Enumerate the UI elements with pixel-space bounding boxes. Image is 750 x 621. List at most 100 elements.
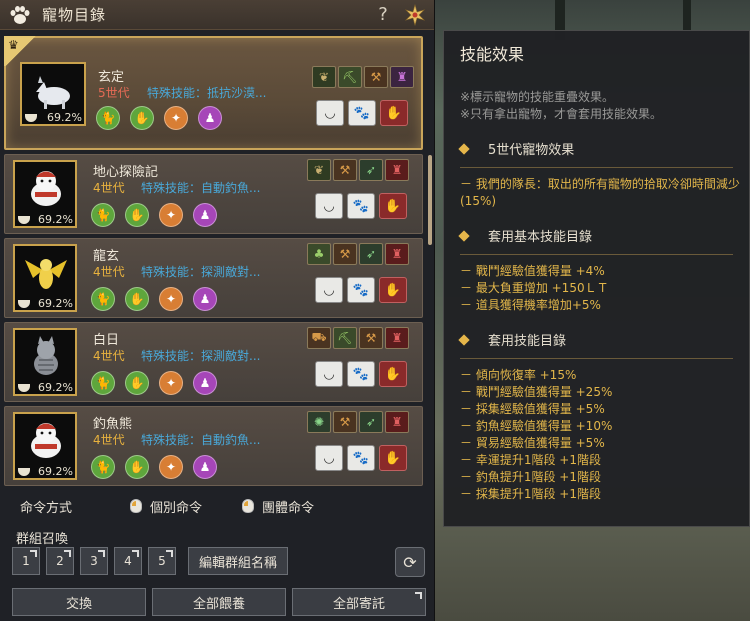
hand-icon[interactable]: ✋ <box>125 455 149 479</box>
entrust-icon[interactable]: ✋ <box>379 445 407 471</box>
group-slot-button[interactable]: 1 <box>12 547 40 575</box>
list-scrollbar[interactable] <box>428 155 432 245</box>
group-slot-button[interactable]: 2 <box>46 547 74 575</box>
effect-line: － 採集經驗值獲得量 +5% <box>460 402 605 416</box>
pet-card[interactable]: 69.2% 龍玄 4世代 特殊技能：探測敵對... 🐈 ✋ ✦ ♟ ♣ ⚒ ➶ … <box>4 238 423 318</box>
compass-icon[interactable]: ✦ <box>159 371 183 395</box>
wolf-icon <box>36 76 70 109</box>
feed-bowl-icon[interactable]: ◡ <box>315 361 343 387</box>
paw-action-icon[interactable]: 🐾 <box>347 277 375 303</box>
pet-generation: 5世代 <box>98 86 130 100</box>
pet-card[interactable]: 69.2% 釣魚熊 4世代 特殊技能：自動釣魚... 🐈 ✋ ✦ ♟ ✺ ⚒ ➶… <box>4 406 423 486</box>
pet-special-skill[interactable]: 特殊技能：抵抗沙漠... <box>147 84 266 101</box>
pet-card[interactable]: 69.2% 地心探險記 4世代 特殊技能：自動釣魚... 🐈 ✋ ✦ ♟ ❦ ⚒… <box>4 154 423 234</box>
pet-card[interactable]: ♛ 69.2% 玄定 5世代 特殊技能：抵抗沙漠... 🐈 ✋ ✦ ♟ ❦ ⛏ … <box>4 36 423 150</box>
help-icon[interactable]: ? <box>372 4 394 26</box>
bag-red-icon[interactable]: ♜ <box>385 159 409 181</box>
group-summon-label: 群組召喚 <box>16 532 69 547</box>
pouch-icon[interactable]: ♟ <box>193 203 217 227</box>
paw-action-icon[interactable]: 🐾 <box>347 361 375 387</box>
pet-special-skill[interactable]: 特殊技能：自動釣魚... <box>141 431 260 448</box>
entrust-icon[interactable]: ✋ <box>379 193 407 219</box>
pet-name: 地心探險記 <box>93 165 159 180</box>
food-bowl-icon <box>18 468 30 476</box>
dig-icon[interactable]: ⚒ <box>364 66 388 88</box>
seed-icon[interactable]: ❦ <box>312 66 336 88</box>
dig-icon[interactable]: ⚒ <box>333 411 357 433</box>
group-slot-button[interactable]: 4 <box>114 547 142 575</box>
dig-icon[interactable]: ⚒ <box>333 243 357 265</box>
bag-red-icon[interactable]: ♜ <box>385 327 409 349</box>
cat-icon[interactable]: 🐈 <box>91 203 115 227</box>
pair-red-icon[interactable]: ♜ <box>385 243 409 265</box>
pet-special-skill[interactable]: 特殊技能：探測敵對... <box>141 347 260 364</box>
dig-icon[interactable]: ⚒ <box>359 327 383 349</box>
entrust-icon[interactable]: ✋ <box>379 277 407 303</box>
hand-icon[interactable]: ✋ <box>125 287 149 311</box>
pouch-icon[interactable]: ♟ <box>193 287 217 311</box>
fish-icon[interactable]: ✺ <box>307 411 331 433</box>
compass-icon[interactable]: ✦ <box>159 203 183 227</box>
edit-group-name-button[interactable]: 編輯群組名稱 <box>188 547 289 575</box>
group-slot-button[interactable]: 5 <box>148 547 176 575</box>
cat-icon[interactable]: 🐈 <box>91 371 115 395</box>
paw-action-icon[interactable]: 🐾 <box>348 100 376 126</box>
divider <box>460 167 733 168</box>
group-command-label: 團體命令 <box>262 500 315 516</box>
pouch-icon[interactable]: ♟ <box>198 106 222 130</box>
wing-icon[interactable]: ➶ <box>359 411 383 433</box>
pouch-icon[interactable]: ♟ <box>193 371 217 395</box>
divider <box>460 358 733 359</box>
individual-command-option[interactable]: 個別命令 <box>130 497 202 516</box>
group-slot-button[interactable]: 3 <box>80 547 108 575</box>
bag-red-icon[interactable]: ♜ <box>385 411 409 433</box>
feed-bowl-icon[interactable]: ◡ <box>315 277 343 303</box>
window-titlebar[interactable]: 寵物目錄 ? <box>0 0 434 30</box>
individual-command-label: 個別命令 <box>150 500 203 516</box>
effect-flower-icon[interactable] <box>404 3 426 26</box>
pet-special-skill[interactable]: 特殊技能：探測敵對... <box>141 263 260 280</box>
effect-line: － 道具獲得機率增加+5% <box>460 298 601 312</box>
feed-bowl-icon[interactable]: ◡ <box>315 193 343 219</box>
compass-icon[interactable]: ✦ <box>159 287 183 311</box>
pickaxe-icon[interactable]: ⛏ <box>333 327 357 349</box>
hand-icon[interactable]: ✋ <box>125 371 149 395</box>
pickaxe-icon[interactable]: ⛏ <box>338 66 362 88</box>
cat-icon[interactable]: 🐈 <box>91 287 115 311</box>
cat-icon[interactable]: 🐈 <box>96 106 120 130</box>
entrust-icon[interactable]: ✋ <box>380 100 408 126</box>
entrust-icon[interactable]: ✋ <box>379 361 407 387</box>
pouch-icon[interactable]: ♟ <box>193 455 217 479</box>
hand-icon[interactable]: ✋ <box>130 106 154 130</box>
wing-icon[interactable]: ➶ <box>359 159 383 181</box>
pet-card[interactable]: 69.2% 白日 4世代 特殊技能：探測敵對... 🐈 ✋ ✦ ♟ ⛟ ⛏ ⚒ … <box>4 322 423 402</box>
group-command-option[interactable]: 團體命令 <box>242 497 314 516</box>
cart-icon[interactable]: ⛟ <box>307 327 331 349</box>
bag-icon[interactable]: ♜ <box>390 66 414 88</box>
pet-special-skill[interactable]: 特殊技能：自動釣魚... <box>141 179 260 196</box>
paw-action-icon[interactable]: 🐾 <box>347 193 375 219</box>
clover-icon[interactable]: ♣ <box>307 243 331 265</box>
compass-icon[interactable]: ✦ <box>164 106 188 130</box>
refresh-icon[interactable]: ⟳ <box>395 547 425 577</box>
hand-icon[interactable]: ✋ <box>125 203 149 227</box>
effect-line: － 戰鬥經驗值獲得量 +25% <box>460 385 613 399</box>
cat-icon[interactable]: 🐈 <box>91 455 115 479</box>
pet-stat-icons: 🐈 ✋ ✦ ♟ <box>91 203 217 227</box>
paw-action-icon[interactable]: 🐾 <box>347 445 375 471</box>
paw-icon <box>10 5 30 24</box>
feed-bowl-icon[interactable]: ◡ <box>316 100 344 126</box>
entrust-all-button[interactable]: 全部寄託 <box>292 588 426 616</box>
command-mode-row: 命令方式 個別命令 團體命令 <box>0 495 435 517</box>
feed-bowl-icon[interactable]: ◡ <box>315 445 343 471</box>
wing-icon[interactable]: ➶ <box>359 243 383 265</box>
feed-all-button[interactable]: 全部餵養 <box>152 588 286 616</box>
exchange-button[interactable]: 交換 <box>12 588 146 616</box>
pet-skill-icons: ✺ ⚒ ➶ ♜ <box>307 411 409 433</box>
effect-line: － 傾向恢復率 +15% <box>460 368 577 382</box>
compass-icon[interactable]: ✦ <box>159 455 183 479</box>
seed-icon[interactable]: ❦ <box>307 159 331 181</box>
pet-generation: 4世代 <box>93 349 125 363</box>
dig-icon[interactable]: ⚒ <box>333 159 357 181</box>
hunger-percent: 69.2% <box>47 111 82 124</box>
